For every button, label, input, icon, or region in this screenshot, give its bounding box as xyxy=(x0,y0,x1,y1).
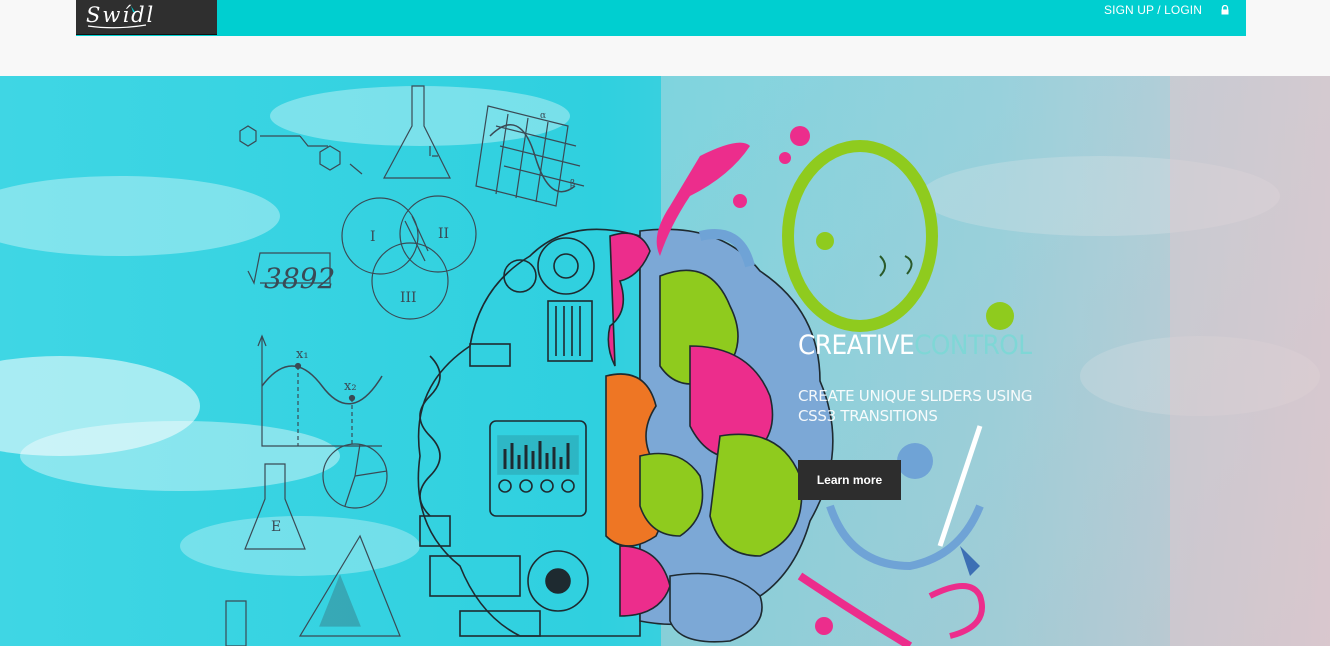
slide-subtitle: CREATE UNIQUE SLIDERS USING CSS3 TRANSIT… xyxy=(798,387,1033,425)
venn-label-3: III xyxy=(400,290,417,306)
signup-login-link[interactable]: SIGN UP / LOGIN xyxy=(1104,3,1202,17)
site-logo[interactable]: Swídl xyxy=(76,0,217,35)
graph-label-x2: x₂ xyxy=(344,379,357,394)
venn-label-1: I xyxy=(370,229,376,245)
chart-label-beta: β xyxy=(570,179,575,189)
hero-background: 3892 I II III x₁ x₂ α β E xyxy=(0,76,1330,646)
flask-label: E xyxy=(271,519,281,535)
learn-more-button[interactable]: Learn more xyxy=(798,460,901,500)
top-navbar: Swídl SIGN UP / LOGIN xyxy=(76,0,1246,36)
lock-icon[interactable] xyxy=(1220,5,1230,15)
chart-label-alpha: α xyxy=(540,111,546,121)
venn-label-2: II xyxy=(438,226,449,242)
sqrt-number: 3892 xyxy=(264,262,335,295)
slide-title-word1: CREATIVE xyxy=(798,330,915,361)
graph-label-x1: x₁ xyxy=(296,347,309,362)
slide-title: CREATIVECONTROL xyxy=(798,330,1032,361)
logo-text: Swídl xyxy=(86,3,155,27)
logo-mark: Swídl xyxy=(86,3,155,29)
hero-slider: 3892 I II III x₁ x₂ α β E CREATIVECONTRO… xyxy=(0,76,1330,646)
slide-title-word2: CONTROL xyxy=(914,330,1032,361)
